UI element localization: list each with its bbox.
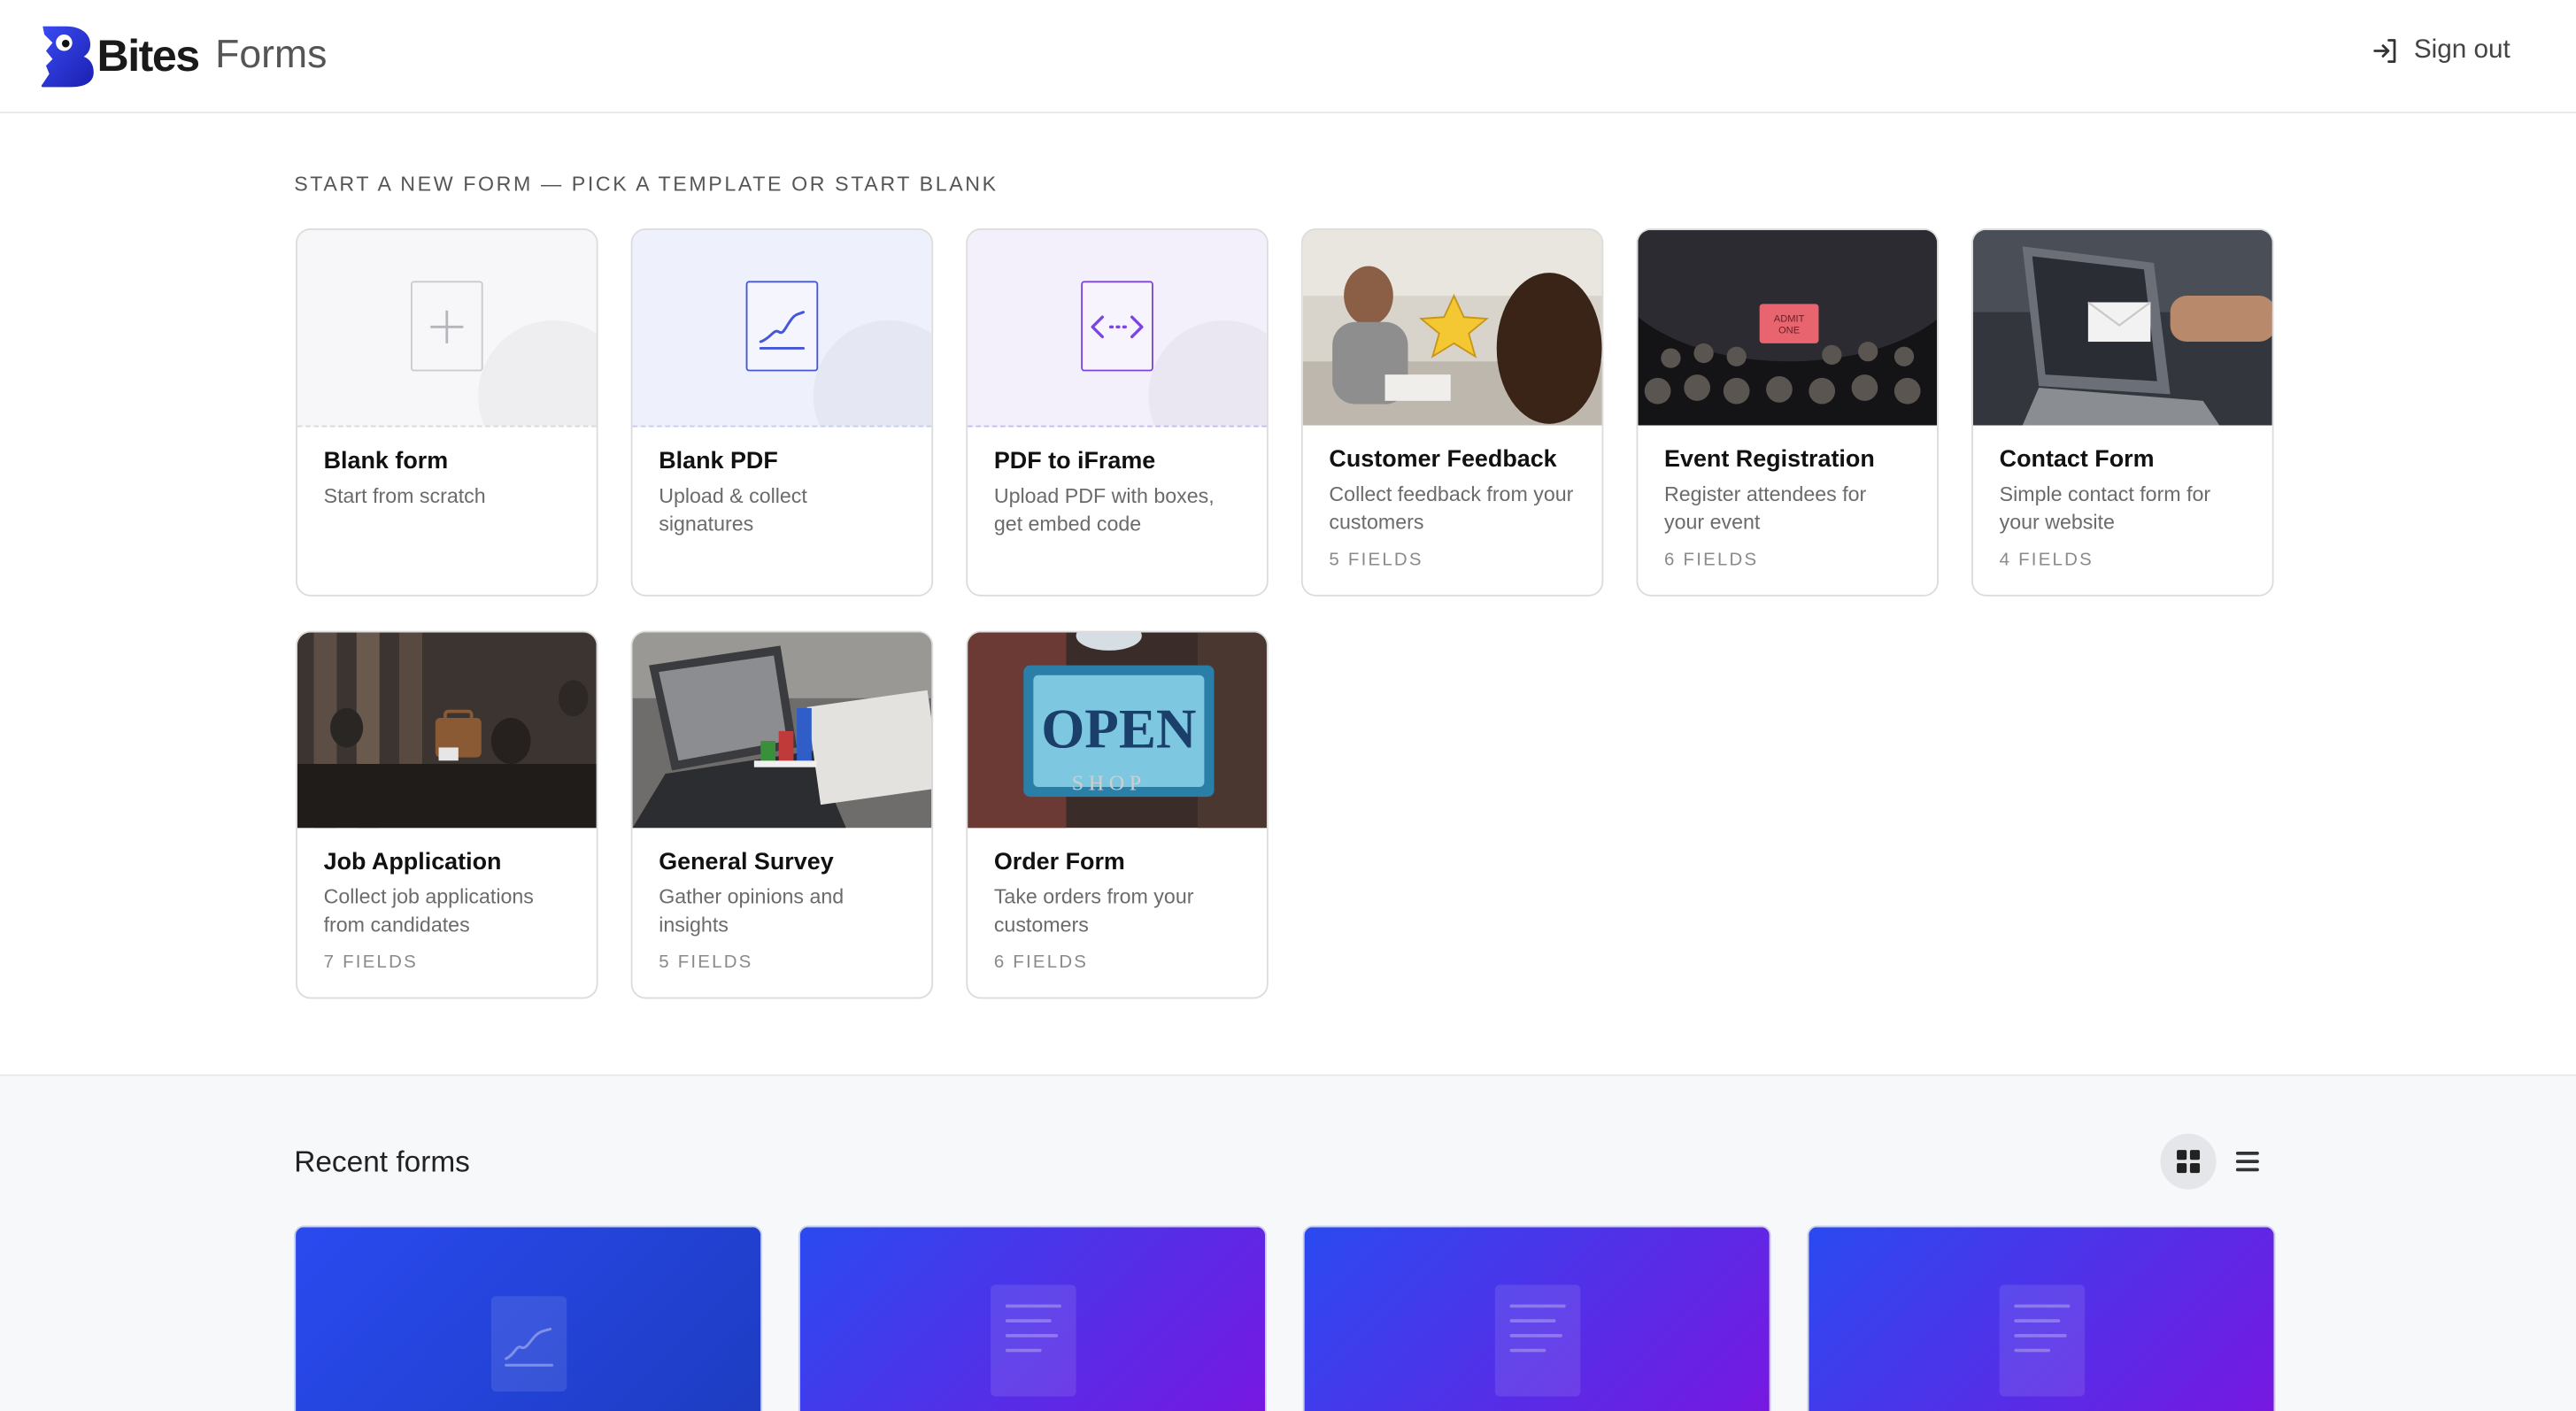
plus-icon xyxy=(410,281,483,372)
template-description: Simple contact form for your website xyxy=(1999,482,2211,535)
recent-form-card[interactable] xyxy=(1302,1225,1771,1411)
template-field-count: 5 FIELDS xyxy=(659,952,753,973)
template-field-count: 6 FIELDS xyxy=(1664,550,1759,570)
template-card-event-registration[interactable]: ADMIT ONE Event Registration Register at… xyxy=(1636,227,1939,597)
template-field-count: 6 FIELDS xyxy=(993,952,1089,973)
template-card-blank-form[interactable]: Blank form Start from scratch xyxy=(296,227,598,597)
template-description: Start from scratch xyxy=(323,484,486,508)
template-title: Job Application xyxy=(323,849,502,876)
template-description: Take orders from your customers xyxy=(993,885,1194,937)
templates-section: START A NEW FORM — PICK A TEMPLATE OR ST… xyxy=(0,113,2576,1076)
list-view-button[interactable] xyxy=(2219,1134,2275,1190)
template-title: Order Form xyxy=(993,849,1125,876)
template-card-blank-pdf[interactable]: Blank PDF Upload & collect signatures xyxy=(630,227,934,597)
brand-name: Bites xyxy=(96,30,200,81)
template-title: Event Registration xyxy=(1664,446,1875,474)
template-title: PDF to iFrame xyxy=(993,448,1156,475)
event-registration-photo: ADMIT ONE xyxy=(1638,229,1938,426)
template-title: Contact Form xyxy=(1999,446,2155,474)
contact-form-photo xyxy=(1972,229,2272,426)
sign-in-arrow-icon xyxy=(2373,39,2396,63)
template-field-count: 4 FIELDS xyxy=(1999,550,2094,570)
order-form-photo: OPEN SHOP xyxy=(968,632,1267,829)
signature-chart-icon xyxy=(490,1296,567,1392)
customer-feedback-photo xyxy=(1302,229,1602,426)
code-embed-icon xyxy=(1081,281,1153,372)
recent-form-card[interactable] xyxy=(294,1225,763,1411)
sign-out-label: Sign out xyxy=(2413,35,2510,65)
template-card-contact-form[interactable]: Contact Form Simple contact form for you… xyxy=(1971,227,2274,597)
template-card-pdf-to-iframe[interactable]: PDF to iFrame Upload PDF with boxes, get… xyxy=(966,227,1269,597)
section-heading: START A NEW FORM — PICK A TEMPLATE OR ST… xyxy=(294,172,999,196)
template-description: Collect feedback from your customers xyxy=(1329,482,1574,535)
svg-text:ADMIT: ADMIT xyxy=(1774,314,1805,325)
blank-form-thumbnail xyxy=(297,229,597,428)
svg-text:OPEN: OPEN xyxy=(1041,698,1196,759)
template-card-order-form[interactable]: OPEN SHOP Order Form Take orders from yo… xyxy=(966,630,1269,999)
document-icon xyxy=(1493,1284,1580,1397)
signature-chart-icon xyxy=(745,281,819,372)
document-icon xyxy=(990,1284,1076,1397)
job-application-photo xyxy=(297,632,597,829)
template-field-count: 7 FIELDS xyxy=(323,952,418,973)
template-title: Blank form xyxy=(323,448,449,475)
template-title: Customer Feedback xyxy=(1329,446,1557,474)
brand-logo[interactable]: Bites Forms xyxy=(40,23,328,89)
template-description: Register attendees for your event xyxy=(1664,482,1867,535)
grid-icon xyxy=(2177,1150,2201,1174)
recent-forms-title: Recent forms xyxy=(294,1145,470,1178)
bites-logo-icon xyxy=(41,26,94,88)
template-title: Blank PDF xyxy=(659,448,778,475)
brand-subtitle: Forms xyxy=(215,33,328,78)
template-field-count: 5 FIELDS xyxy=(1329,550,1423,570)
template-title: General Survey xyxy=(659,849,834,876)
template-card-general-survey[interactable]: General Survey Gather opinions and insig… xyxy=(630,630,934,999)
sign-out-button[interactable]: Sign out xyxy=(2372,36,2510,66)
svg-text:ONE: ONE xyxy=(1778,326,1800,336)
pdf-iframe-thumbnail xyxy=(968,229,1267,428)
template-description: Collect job applications from candidates xyxy=(323,885,534,937)
top-bar: Bites Forms Sign out xyxy=(0,0,2576,114)
recent-form-card[interactable] xyxy=(798,1225,1267,1411)
template-description: Upload PDF with boxes, get embed code xyxy=(993,484,1215,536)
svg-text:SHOP: SHOP xyxy=(1072,773,1146,796)
general-survey-photo xyxy=(632,632,932,829)
template-description: Gather opinions and insights xyxy=(659,885,845,937)
grid-view-button[interactable] xyxy=(2160,1133,2217,1190)
view-toggle xyxy=(2160,1133,2276,1190)
template-description: Upload & collect signatures xyxy=(659,484,807,536)
blank-pdf-thumbnail xyxy=(632,229,932,428)
list-icon xyxy=(2235,1151,2259,1172)
template-card-job-application[interactable]: Job Application Collect job applications… xyxy=(296,630,598,999)
app-root: Bites Forms Sign out START A NEW FORM — … xyxy=(0,0,2576,1411)
document-icon xyxy=(1998,1284,2085,1397)
recent-forms-section: Recent forms xyxy=(0,1076,2576,1411)
template-card-customer-feedback[interactable]: Customer Feedback Collect feedback from … xyxy=(1300,227,1604,597)
recent-form-card[interactable] xyxy=(1807,1225,2276,1411)
